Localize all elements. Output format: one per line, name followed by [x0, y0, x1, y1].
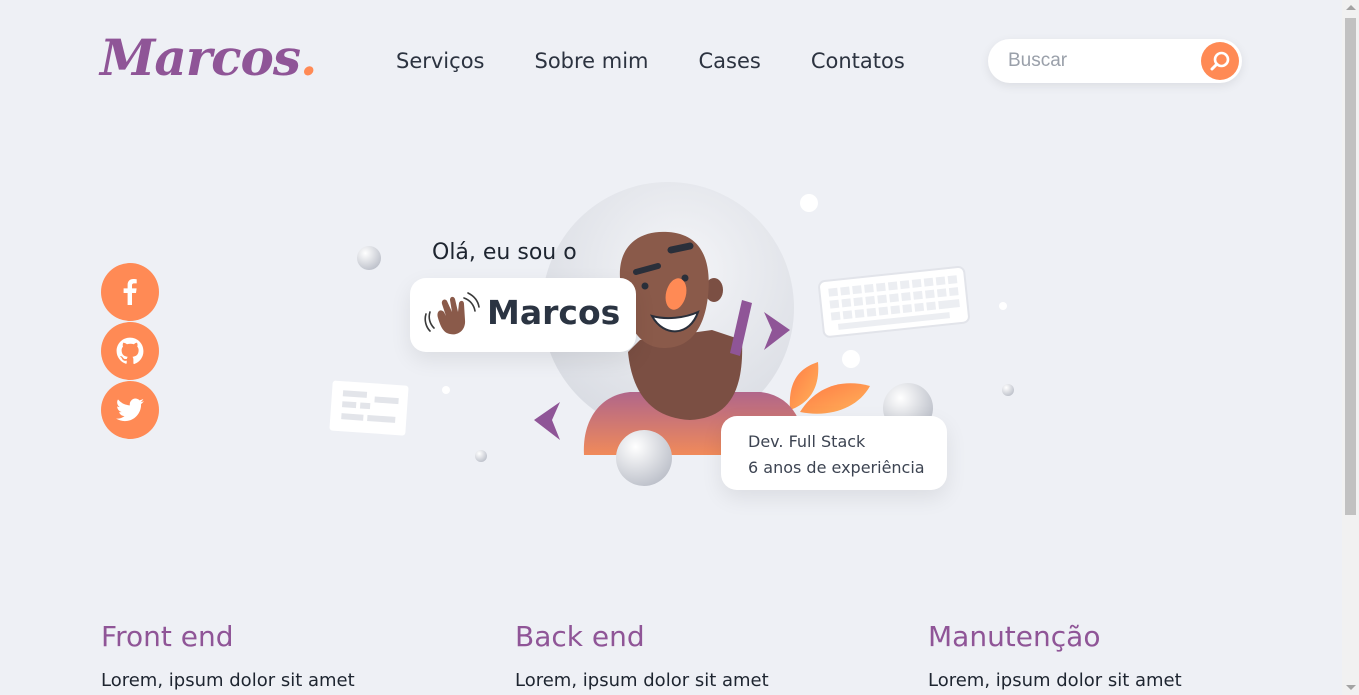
service-text: Lorem, ipsum dolor sit amet: [101, 670, 355, 691]
vertical-scrollbar[interactable]: [1342, 0, 1359, 695]
experience-text: 6 anos de experiência: [748, 458, 925, 477]
service-title: Manutenção: [928, 620, 1101, 653]
hero-greeting: Olá, eu sou o: [432, 240, 577, 265]
service-text: Lorem, ipsum dolor sit amet: [515, 670, 769, 691]
hero-section: Olá, eu sou o Marcos Dev. Full Stack 6 a…: [0, 0, 1359, 560]
service-title: Front end: [101, 620, 234, 653]
service-back-end: Back end Lorem, ipsum dolor sit amet: [515, 618, 769, 693]
role-text: Dev. Full Stack: [748, 432, 866, 451]
service-manutencao: Manutenção Lorem, ipsum dolor sit amet: [928, 618, 1182, 693]
hero-illustration: [329, 182, 1014, 486]
name-card: Marcos: [410, 278, 636, 352]
service-text: Lorem, ipsum dolor sit amet: [928, 670, 1182, 691]
role-card: Dev. Full Stack 6 anos de experiência: [721, 416, 947, 490]
scroll-up-arrow[interactable]: [1346, 5, 1356, 10]
hero-name: Marcos: [487, 293, 621, 332]
scrollbar-thumb[interactable]: [1345, 18, 1356, 515]
service-title: Back end: [515, 620, 645, 653]
service-front-end: Front end Lorem, ipsum dolor sit amet: [101, 618, 355, 693]
scroll-down-arrow[interactable]: [1346, 685, 1356, 690]
waving-hand-icon: [424, 292, 480, 335]
